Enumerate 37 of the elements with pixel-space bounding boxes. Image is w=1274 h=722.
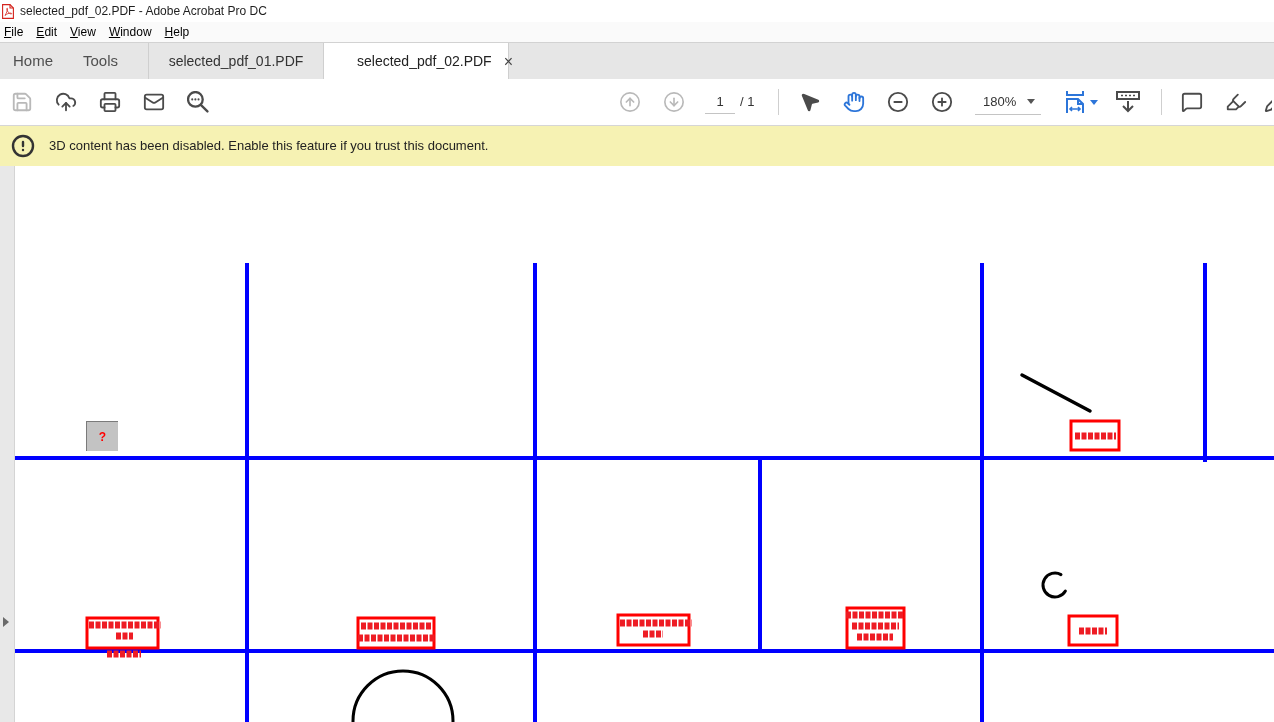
window-title: selected_pdf_02.PDF - Adobe Acrobat Pro DC [20,3,267,20]
cloud-upload-icon [55,91,77,113]
arc-stroke [1041,571,1067,599]
comment-icon [1181,91,1203,113]
caret-icon [1027,99,1035,104]
fit-page-icon [1064,90,1087,114]
hand-icon [843,91,865,113]
save-icon [11,91,33,113]
zoom-in-icon [931,91,953,113]
nav-tab[interactable]: Tools [83,49,119,73]
stamp-drawing [845,606,906,650]
ink-stroke [1020,373,1092,413]
page-number-field[interactable]: 1 [705,90,735,114]
menu-item[interactable]: File [4,23,24,41]
menu-item[interactable]: Window [108,23,152,41]
caret-icon [1089,99,1098,105]
pointer-icon [799,91,821,113]
page-total: / 1 [740,93,756,112]
scroll-mode-icon [1116,91,1140,113]
menu-item[interactable]: View [70,23,96,41]
menu-item[interactable]: Help [164,23,190,41]
nav-tab[interactable]: Home [13,49,53,73]
banner-message: 3D content has been disabled. Enable this feature if you trust this document. [49,137,489,156]
stamp-drawing [1069,419,1121,452]
envelope-icon [143,91,165,113]
highlighter-icon [1225,91,1247,113]
arrow-down-icon [663,91,685,113]
search-icon [187,91,209,113]
printer-icon [99,91,121,113]
zoom-out-icon [887,91,909,113]
menu-item[interactable]: Edit [36,23,58,41]
missing-image-box: ? [86,421,118,451]
alert-icon [11,134,35,158]
arrow-up-icon [619,91,641,113]
expand-arrow-icon[interactable] [3,617,9,627]
zoom-field[interactable]: 180% [975,89,1041,115]
stamp-drawing [1067,614,1119,647]
